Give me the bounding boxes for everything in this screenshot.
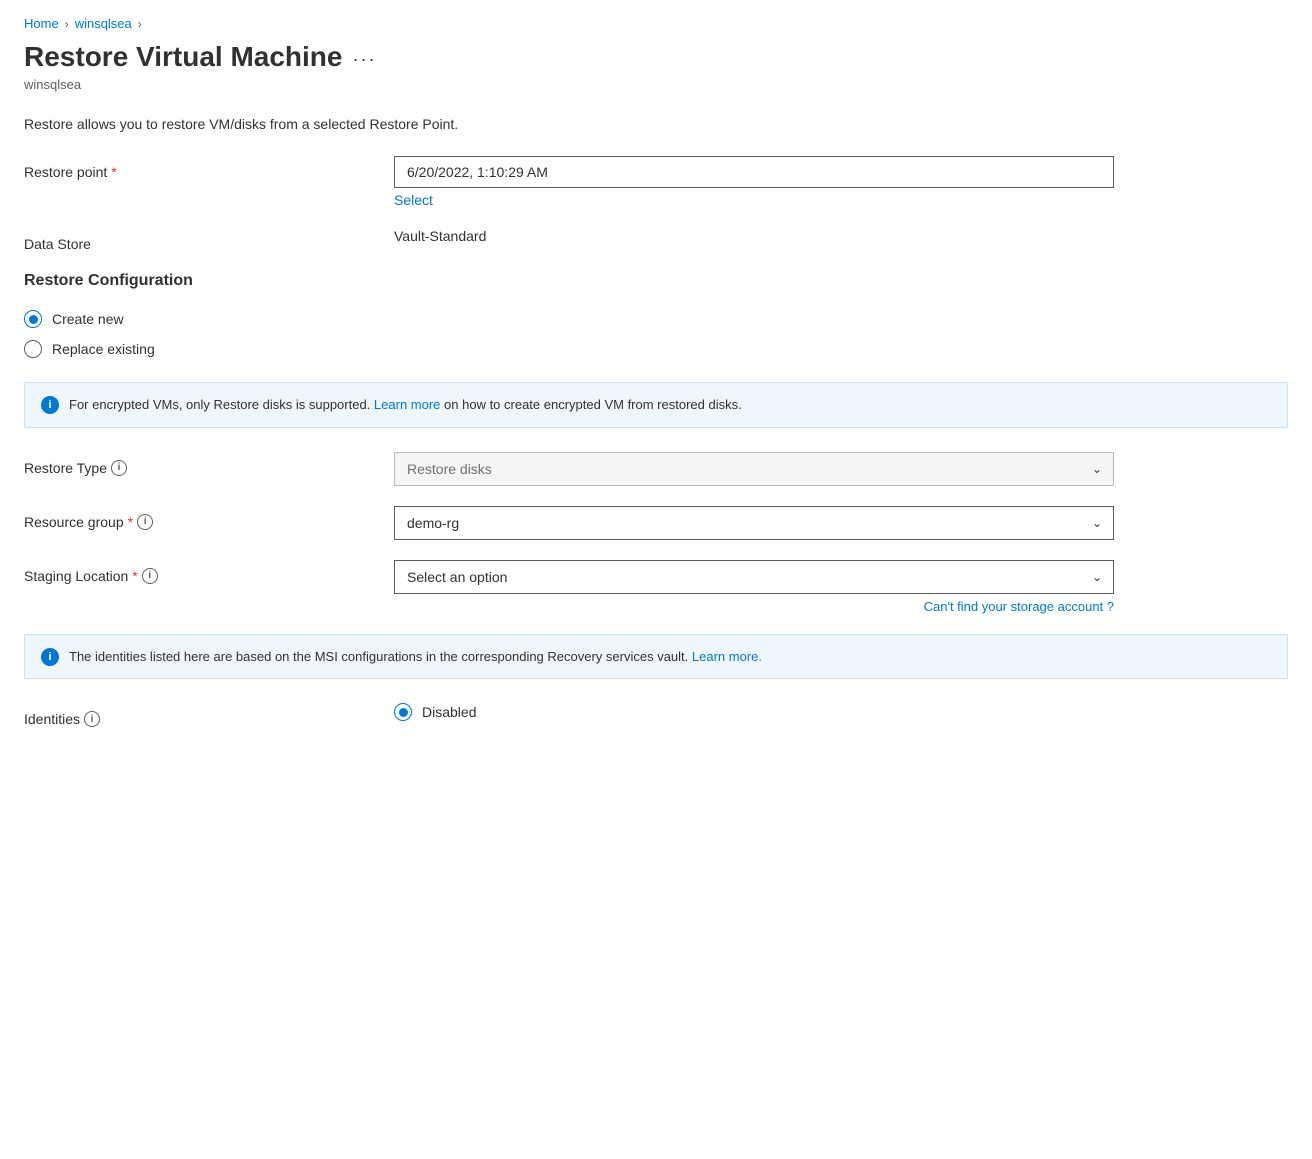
resource-group-required: *: [128, 514, 133, 530]
restore-type-info-icon[interactable]: i: [111, 460, 127, 476]
info-text-encrypted: For encrypted VMs, only Restore disks is…: [69, 395, 742, 415]
resource-group-control: demo-rg ⌄: [394, 506, 1114, 540]
staging-location-label: Staging Location * i: [24, 560, 394, 584]
restore-configuration-title: Restore Configuration: [24, 272, 1288, 290]
restore-configuration-radio-group: Create new Replace existing: [24, 310, 1288, 358]
page-title: Restore Virtual Machine: [24, 41, 342, 73]
identities-row: Identities i Disabled: [24, 703, 1288, 727]
cant-find-storage-link[interactable]: Can't find your storage account ?: [924, 599, 1114, 614]
resource-group-wrapper: demo-rg ⌄: [394, 506, 1114, 540]
identities-radio-circle[interactable]: [394, 703, 412, 721]
staging-location-info-icon[interactable]: i: [142, 568, 158, 584]
identities-disabled-radio[interactable]: Disabled: [394, 703, 1114, 721]
radio-replace-existing-circle[interactable]: [24, 340, 42, 358]
restore-type-row: Restore Type i Restore disks ⌄: [24, 452, 1288, 486]
resource-group-label: Resource group * i: [24, 506, 394, 530]
restore-point-control: Select: [394, 156, 1114, 208]
identities-control: Disabled: [394, 703, 1114, 721]
data-store-value: Vault-Standard: [394, 228, 1114, 244]
info-icon-1: i: [41, 396, 59, 414]
staging-location-control: Select an option ⌄ Can't find your stora…: [394, 560, 1114, 614]
radio-replace-existing-label: Replace existing: [52, 341, 155, 357]
restore-point-row: Restore point * Select: [24, 156, 1288, 208]
radio-replace-existing[interactable]: Replace existing: [24, 340, 1288, 358]
restore-type-control: Restore disks ⌄: [394, 452, 1114, 486]
breadcrumb: Home › winsqlsea ›: [24, 16, 1288, 31]
breadcrumb-home[interactable]: Home: [24, 16, 59, 31]
learn-more-link-1[interactable]: Learn more: [374, 397, 440, 412]
restore-type-select[interactable]: Restore disks: [394, 452, 1114, 486]
data-store-text: Vault-Standard: [394, 220, 486, 244]
identities-info-icon[interactable]: i: [84, 711, 100, 727]
staging-location-wrapper: Select an option ⌄: [394, 560, 1114, 594]
resource-group-select[interactable]: demo-rg: [394, 506, 1114, 540]
more-options-button[interactable]: ···: [352, 49, 376, 70]
data-store-row: Data Store Vault-Standard: [24, 228, 1288, 252]
data-store-label: Data Store: [24, 228, 394, 252]
page-header: Restore Virtual Machine ···: [24, 41, 1288, 73]
identities-label: Identities i: [24, 703, 394, 727]
resource-group-info-icon[interactable]: i: [137, 514, 153, 530]
radio-create-new[interactable]: Create new: [24, 310, 1288, 328]
info-text-identities: The identities listed here are based on …: [69, 647, 762, 667]
info-banner-identities: i The identities listed here are based o…: [24, 634, 1288, 680]
radio-create-new-label: Create new: [52, 311, 124, 327]
resource-group-row: Resource group * i demo-rg ⌄: [24, 506, 1288, 540]
staging-location-required: *: [132, 568, 137, 584]
page-subtitle: winsqlsea: [24, 77, 1288, 92]
staging-location-select[interactable]: Select an option: [394, 560, 1114, 594]
page-description: Restore allows you to restore VM/disks f…: [24, 116, 1288, 132]
restore-point-required: *: [111, 164, 116, 180]
info-banner-encrypted: i For encrypted VMs, only Restore disks …: [24, 382, 1288, 428]
cant-find-link-container: Can't find your storage account ?: [394, 598, 1114, 614]
identities-radio-label: Disabled: [422, 704, 476, 720]
restore-point-input[interactable]: [394, 156, 1114, 188]
learn-more-link-2[interactable]: Learn more.: [692, 649, 762, 664]
restore-point-label: Restore point *: [24, 156, 394, 180]
breadcrumb-sep-2: ›: [138, 17, 142, 31]
staging-location-row: Staging Location * i Select an option ⌄ …: [24, 560, 1288, 614]
breadcrumb-sep-1: ›: [65, 17, 69, 31]
radio-create-new-circle[interactable]: [24, 310, 42, 328]
page-container: Home › winsqlsea › Restore Virtual Machi…: [0, 0, 1312, 787]
restore-type-wrapper: Restore disks ⌄: [394, 452, 1114, 486]
breadcrumb-parent[interactable]: winsqlsea: [75, 16, 132, 31]
info-icon-2: i: [41, 648, 59, 666]
restore-point-select-link[interactable]: Select: [394, 192, 433, 208]
restore-type-label: Restore Type i: [24, 452, 394, 476]
